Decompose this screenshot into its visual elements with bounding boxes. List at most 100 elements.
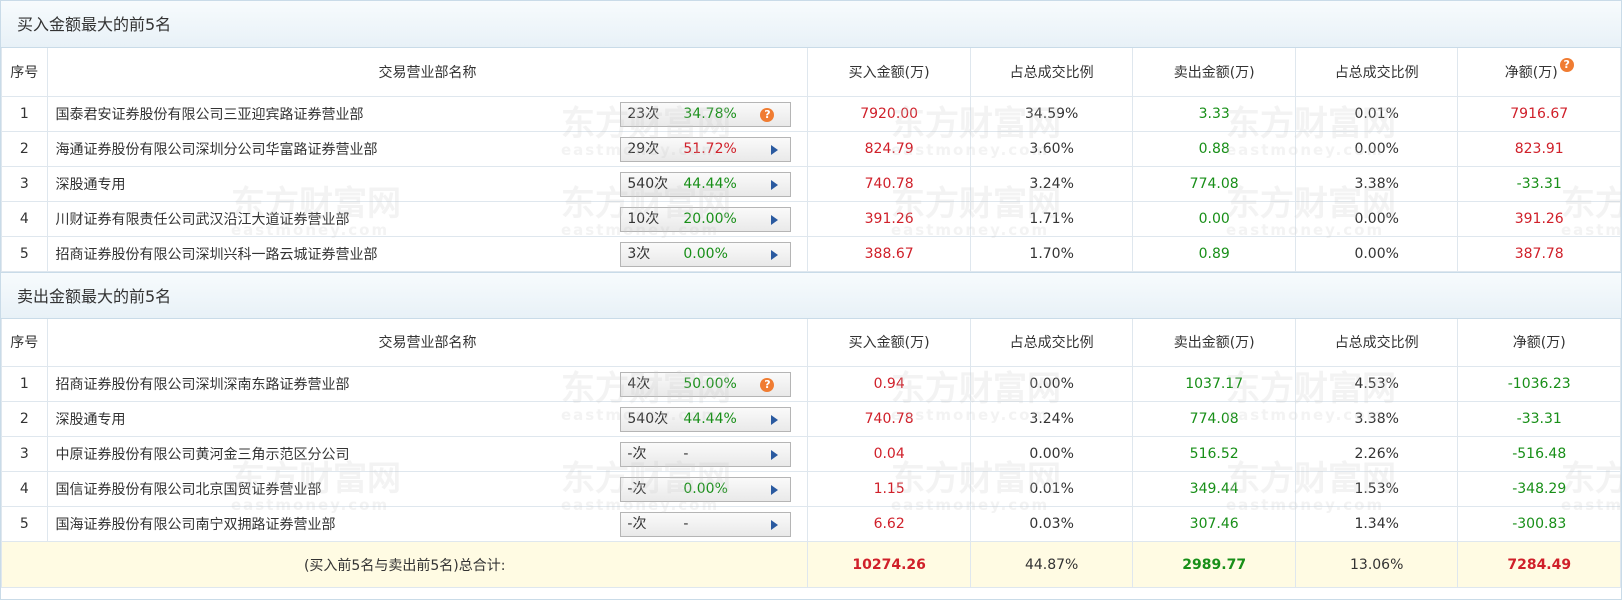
expand-arrow-icon[interactable] [771, 450, 779, 460]
branch-name[interactable]: 深股通专用 [56, 412, 126, 428]
sell-amount: 516.52 [1132, 436, 1296, 472]
history-badge[interactable]: 29次 51.72% [620, 136, 792, 162]
sell-table: 序号 交易营业部名称 买入金额(万) 占总成交比例 卖出金额(万) 占总成交比例… [1, 318, 1621, 588]
buy-ratio: 0.03% [969, 506, 1134, 542]
expand-arrow-icon[interactable] [771, 214, 779, 225]
total-row: (买入前5名与卖出前5名)总合计: 10274.26 44.87% 2989.7… [1, 541, 1621, 588]
branch-name[interactable]: 招商证券股份有限公司深圳深南东路证券营业部 [56, 377, 350, 393]
buy-ratio: 3.24% [969, 165, 1134, 202]
col-sell-ratio: 占总成交比例 [1294, 48, 1459, 97]
expand-arrow-icon[interactable] [771, 144, 779, 155]
help-icon[interactable]: ? [1559, 57, 1574, 72]
col-buy: 买入金额(万) [807, 318, 971, 367]
history-win-rate: 0.00% [683, 245, 728, 262]
sell-amount: 307.46 [1132, 506, 1296, 542]
history-win-rate: 34.78% [683, 105, 737, 122]
expand-arrow-icon[interactable] [771, 520, 779, 530]
branch-name[interactable]: 国海证券股份有限公司南宁双拥路证券营业部 [56, 517, 336, 533]
branch-name[interactable]: 中原证券股份有限公司黄河金三角示范区分公司 [56, 447, 350, 463]
history-badge[interactable]: 23次 34.78%? [620, 101, 792, 127]
expand-arrow-icon[interactable] [771, 179, 779, 190]
history-badge[interactable]: -次 - [620, 512, 792, 537]
history-win-rate: 51.72% [683, 140, 737, 157]
history-badge[interactable]: -次 - [620, 442, 792, 467]
net-amount: -1036.23 [1457, 366, 1621, 402]
row-index: 2 [1, 401, 48, 437]
sell-ratio: 3.38% [1294, 165, 1459, 202]
help-icon[interactable]: ? [760, 107, 775, 122]
col-index: 序号 [1, 48, 48, 97]
sell-amount: 3.33 [1132, 95, 1296, 132]
buy-amount: 0.04 [807, 436, 971, 472]
history-count: -次 [627, 446, 647, 462]
history-win-rate: 44.44% [683, 411, 737, 427]
sell-amount: 0.88 [1132, 130, 1296, 167]
buy-table-row: 5 招商证券股份有限公司深圳兴科一路云城证券营业部 3次 0.00% 388.67 1.7… [1, 235, 1621, 272]
buy-table-row: 4 川财证券有限责任公司武汉沿江大道证券营业部 10次 20.00% 391.26 1.7… [1, 200, 1621, 237]
history-badge[interactable]: -次 0.00% [620, 477, 792, 502]
buy-amount: 740.78 [807, 165, 971, 202]
sell-amount: 0.89 [1132, 235, 1296, 272]
history-count: 540次 [627, 175, 669, 192]
history-win-rate: - [683, 516, 689, 532]
branch-cell: 深股通专用 540次 44.44% [46, 401, 809, 437]
history-count: 10次 [627, 210, 660, 227]
col-net-label: 净额(万) [1504, 64, 1558, 81]
buy-table-row: 1 国泰君安证券股份有限公司三亚迎宾路证券营业部 23次 34.78%? 7920.00… [1, 95, 1621, 132]
history-badge[interactable]: 4次 50.00%? [620, 372, 792, 397]
row-index: 4 [1, 200, 48, 237]
buy-ratio: 0.01% [969, 471, 1134, 507]
total-buy-ratio: 44.87% [969, 541, 1134, 588]
expand-arrow-icon[interactable] [771, 485, 779, 495]
lhb-panel: 买入金额最大的前5名 序号 交易营业部名称 买入金额(万) 占总成交比例 卖出金… [0, 0, 1622, 600]
branch-name[interactable]: 深股通专用 [56, 177, 126, 193]
buy-amount: 391.26 [807, 200, 971, 237]
sell-amount: 349.44 [1132, 471, 1296, 507]
branch-name[interactable]: 海通证券股份有限公司深圳分公司华富路证券营业部 [56, 142, 378, 158]
total-net: 7284.49 [1457, 541, 1621, 588]
sell-ratio: 0.00% [1294, 130, 1459, 167]
buy-ratio: 0.00% [969, 366, 1134, 402]
buy-ratio: 3.24% [969, 401, 1134, 437]
branch-cell: 国信证券股份有限公司北京国贸证券营业部 -次 0.00% [46, 471, 809, 507]
branch-name[interactable]: 国泰君安证券股份有限公司三亚迎宾路证券营业部 [56, 107, 364, 123]
col-sell: 卖出金额(万) [1132, 48, 1296, 97]
sell-table-row: 5 国海证券股份有限公司南宁双拥路证券营业部 -次 - 6.62 0.03% 307.46 1… [1, 506, 1621, 542]
sell-table-row: 2 深股通专用 540次 44.44% 740.78 3.24% 774.08 3.38% -3… [1, 401, 1621, 437]
sell-amount: 1037.17 [1132, 366, 1296, 402]
history-count: 23次 [627, 105, 660, 122]
history-badge[interactable]: 540次 44.44% [620, 407, 792, 432]
row-index: 3 [1, 436, 48, 472]
buy-table-row: 3 深股通专用 540次 44.44% 740.78 3.24% 774.08 3.38% -3… [1, 165, 1621, 202]
buy-ratio: 1.70% [969, 235, 1134, 272]
branch-name[interactable]: 川财证券有限责任公司武汉沿江大道证券营业部 [56, 212, 350, 228]
history-badge[interactable]: 3次 0.00% [620, 241, 792, 267]
expand-arrow-icon[interactable] [771, 415, 779, 425]
net-amount: -348.29 [1457, 471, 1621, 507]
branch-name[interactable]: 招商证券股份有限公司深圳兴科一路云城证券营业部 [56, 247, 378, 263]
history-badge[interactable]: 10次 20.00% [620, 206, 792, 232]
sell-amount: 0.00 [1132, 200, 1296, 237]
history-win-rate: 0.00% [683, 481, 728, 497]
sell-amount: 774.08 [1132, 401, 1296, 437]
total-sell: 2989.77 [1132, 541, 1296, 588]
history-badge[interactable]: 540次 44.44% [620, 171, 792, 197]
col-index: 序号 [1, 318, 48, 367]
branch-name[interactable]: 国信证券股份有限公司北京国贸证券营业部 [56, 482, 322, 498]
help-icon[interactable]: ? [760, 378, 775, 392]
sell-amount: 774.08 [1132, 165, 1296, 202]
buy-amount: 824.79 [807, 130, 971, 167]
sell-section-title: 卖出金额最大的前5名 [1, 271, 1621, 319]
buy-ratio: 34.59% [969, 95, 1134, 132]
col-name: 交易营业部名称 [46, 48, 809, 97]
sell-ratio: 3.38% [1294, 401, 1459, 437]
branch-cell: 中原证券股份有限公司黄河金三角示范区分公司 -次 - [46, 436, 809, 472]
expand-arrow-icon[interactable] [771, 249, 779, 260]
history-win-rate: 44.44% [683, 175, 737, 192]
sell-ratio: 2.26% [1294, 436, 1459, 472]
net-amount: 823.91 [1457, 130, 1621, 167]
buy-table-row: 2 海通证券股份有限公司深圳分公司华富路证券营业部 29次 51.72% 824.79 3… [1, 130, 1621, 167]
history-win-rate: 20.00% [683, 210, 737, 227]
col-buy-ratio: 占总成交比例 [969, 48, 1134, 97]
buy-amount: 388.67 [807, 235, 971, 272]
